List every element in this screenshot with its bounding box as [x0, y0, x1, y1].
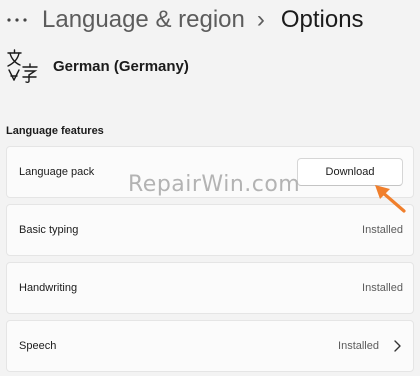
- pointer-arrow-icon: [375, 185, 406, 213]
- status-text: Installed: [338, 340, 379, 352]
- feature-row-basic-typing: Basic typing Installed: [6, 204, 414, 256]
- status-text: Installed: [362, 282, 403, 294]
- status-text: Installed: [362, 224, 403, 236]
- feature-row-speech[interactable]: Speech Installed: [6, 320, 414, 372]
- language-name: German (Germany): [53, 57, 189, 75]
- breadcrumb-language-region[interactable]: Language & region: [42, 6, 245, 34]
- more-options-button[interactable]: [6, 5, 32, 35]
- chevron-right-icon: [391, 340, 403, 352]
- feature-label: Basic typing: [19, 224, 79, 236]
- section-title-language-features: Language features: [6, 125, 104, 137]
- breadcrumb: Language & region › Options: [6, 2, 364, 38]
- page-title: Options: [280, 6, 364, 33]
- watermark: RepairWin.com: [128, 172, 301, 197]
- language-header: German (Germany): [5, 46, 189, 86]
- more-dots-icon: [7, 18, 27, 22]
- feature-row-handwriting: Handwriting Installed: [6, 262, 414, 314]
- feature-label: Handwriting: [19, 282, 78, 294]
- feature-label: Speech: [19, 340, 57, 352]
- language-icon: [7, 49, 38, 83]
- breadcrumb-separator: ›: [256, 6, 265, 33]
